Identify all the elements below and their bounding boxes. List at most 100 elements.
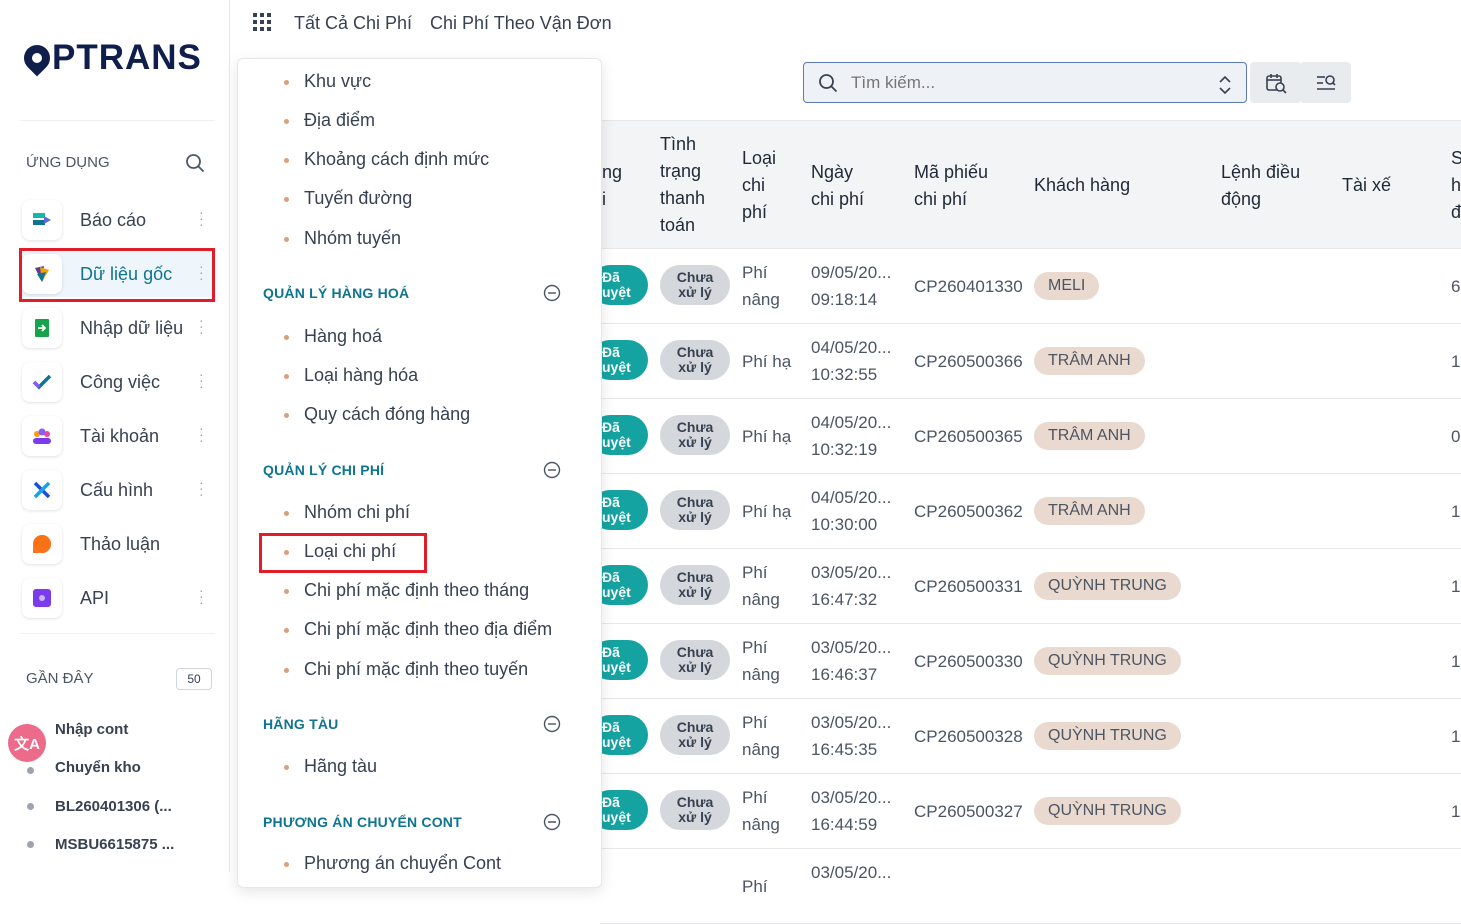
- bullet: [284, 119, 289, 124]
- column-header-approval[interactable]: ng i: [602, 159, 622, 213]
- customer-tag: TRÂM ANH: [1034, 422, 1145, 450]
- cost-date-cell: 04/05/20... 10:32:19: [811, 413, 892, 459]
- more-icon[interactable]: · · ·: [199, 367, 204, 393]
- cost-type-cell: Phí nâng: [742, 788, 780, 834]
- collapse-icon[interactable]: [543, 284, 561, 302]
- sidebar-item-tasks[interactable]: Công việc · · ·: [20, 359, 215, 405]
- bullet: [284, 765, 289, 770]
- apps-grid-icon[interactable]: [252, 12, 272, 32]
- column-header-payment-status[interactable]: Tình trạng thanh toán: [660, 131, 705, 239]
- payment-status-badge: Chưa xử lý: [660, 415, 730, 455]
- recent-item[interactable]: MSBU6615875 ...: [55, 836, 174, 853]
- collapse-icon[interactable]: [543, 813, 561, 831]
- menu-item-goods-type[interactable]: Loại hàng hóa: [304, 365, 418, 386]
- menu-item-route[interactable]: Tuyến đường: [304, 188, 412, 209]
- bullet: [284, 374, 289, 379]
- more-icon[interactable]: · · ·: [199, 421, 204, 447]
- cost-date-cell: 03/05/20... 16:44:59: [811, 788, 892, 834]
- recent-dot: [27, 803, 34, 810]
- collapse-icon[interactable]: [543, 461, 561, 479]
- bullet: [284, 237, 289, 242]
- recent-item[interactable]: BL260401306 (...: [55, 798, 172, 815]
- bullet: [284, 335, 289, 340]
- table-row[interactable]: Đã uyệt Chưa xử lý Phí nâng 03/05/20... 16:…: [590, 624, 1461, 699]
- customer-tag: MELI: [1034, 272, 1100, 300]
- column-header-driver[interactable]: Tài xế: [1342, 172, 1391, 199]
- voucher-cell: CP260500328: [914, 727, 1023, 746]
- payment-status-badge: Chưa xử lý: [660, 790, 730, 830]
- table-row[interactable]: Đã uyệt Chưa xử lý Phí hạ 04/05/20... 10:32…: [590, 399, 1461, 474]
- cost-type-cell: Phí nâng: [742, 263, 780, 309]
- menu-item-cont-transfer-plan[interactable]: Phương án chuyển Cont: [304, 853, 501, 874]
- menu-item-goods[interactable]: Hàng hoá: [304, 326, 382, 347]
- column-header-customer[interactable]: Khách hàng: [1034, 172, 1130, 199]
- nav-link-all-costs[interactable]: Tất Cả Chi Phí: [294, 13, 412, 34]
- recent-dot: [27, 767, 34, 774]
- task-icon: [22, 362, 62, 402]
- master-data-dropdown: Khu vực Địa điểm Khoảng cách định mức Tu…: [237, 58, 602, 888]
- sidebar-item-api[interactable]: API · · ·: [20, 575, 215, 621]
- search-input[interactable]: [851, 71, 1201, 95]
- cost-date-cell: 03/05/20...: [811, 863, 892, 882]
- cost-type-cell: Phí nâng: [742, 638, 780, 684]
- search-bar[interactable]: [803, 62, 1247, 103]
- voucher-cell: CP260500365: [914, 427, 1023, 446]
- sidebar-item-discuss[interactable]: Thảo luận: [20, 521, 215, 567]
- voucher-cell: CP260500362: [914, 502, 1023, 521]
- highlight-box: [19, 248, 215, 302]
- menu-item-default-cost-location[interactable]: Chi phí mặc định theo địa điểm: [304, 619, 552, 640]
- table-row[interactable]: Đã uyệt Chưa xử lý Phí nâng 03/05/20... 16:…: [590, 699, 1461, 774]
- customer-tag: TRÂM ANH: [1034, 347, 1145, 375]
- cost-date-cell: 03/05/20... 16:47:32: [811, 563, 892, 609]
- menu-item-standard-distance[interactable]: Khoảng cách định mức: [304, 149, 489, 170]
- more-icon[interactable]: · · ·: [199, 475, 204, 501]
- payment-status-badge: Chưa xử lý: [660, 640, 730, 680]
- menu-section-goods: QUẢN LÝ HÀNG HOÁ: [263, 285, 410, 301]
- search-icon[interactable]: [185, 153, 205, 173]
- table-row[interactable]: Đã uyệt Chưa xử lý Phí hạ 04/05/20... 10:32…: [590, 324, 1461, 399]
- menu-item-shipping-line[interactable]: Hãng tàu: [304, 756, 377, 777]
- column-header-dispatch-order[interactable]: Lệnh điều động: [1221, 159, 1300, 213]
- menu-item-region[interactable]: Khu vực: [304, 71, 371, 92]
- translate-icon[interactable]: 文A: [8, 724, 46, 762]
- sidebar-item-accounts[interactable]: Tài khoản · · ·: [20, 413, 215, 459]
- menu-item-packing-spec[interactable]: Quy cách đóng hàng: [304, 404, 470, 425]
- customer-tag: TRÂM ANH: [1034, 497, 1145, 525]
- table-row[interactable]: Đã uyệt Chưa xử lý Phí nâng 03/05/20... 16:…: [590, 774, 1461, 849]
- column-header-partial[interactable]: S h đ: [1451, 145, 1461, 226]
- bullet: [284, 158, 289, 163]
- bullet: [284, 413, 289, 418]
- bullet: [284, 862, 289, 867]
- more-icon[interactable]: · · ·: [199, 583, 204, 609]
- recent-item[interactable]: Nhập cont: [55, 721, 128, 738]
- customer-tag: QUỲNH TRUNG: [1034, 647, 1181, 675]
- more-icon[interactable]: · · ·: [199, 205, 204, 231]
- table-row[interactable]: Đã uyệt Chưa xử lý Phí hạ 04/05/20... 10:30…: [590, 474, 1461, 549]
- sidebar-item-reports[interactable]: Báo cáo · · ·: [20, 197, 215, 243]
- sidebar-item-import[interactable]: Nhập dữ liệu · · ·: [20, 305, 215, 351]
- recent-item[interactable]: Chuyển kho: [55, 759, 141, 776]
- divider: [20, 120, 215, 121]
- brand-logo[interactable]: PTRANS: [18, 38, 202, 78]
- menu-item-default-cost-route[interactable]: Chi phí mặc định theo tuyến: [304, 659, 528, 680]
- more-icon[interactable]: · · ·: [199, 313, 204, 339]
- cost-date-cell: 03/05/20... 16:45:35: [811, 713, 892, 759]
- table-row[interactable]: Đã uyệt Chưa xử lý Phí nâng 09/05/20... 09:…: [590, 249, 1461, 324]
- customer-tag: QUỲNH TRUNG: [1034, 797, 1181, 825]
- column-header-cost-date[interactable]: Ngày chi phí: [811, 159, 864, 213]
- advanced-search-button[interactable]: [1300, 62, 1351, 103]
- column-header-cost-type[interactable]: Loại chi phí: [742, 145, 776, 226]
- menu-item-default-cost-monthly[interactable]: Chi phí mặc định theo tháng: [304, 580, 529, 601]
- table-row[interactable]: Đã uyệt Chưa xử lý Phí nâng 03/05/20... 16:…: [590, 549, 1461, 624]
- chevron-up-down-icon[interactable]: [1218, 75, 1232, 95]
- column-header-voucher[interactable]: Mã phiếu chi phí: [914, 159, 988, 213]
- menu-item-cost-group[interactable]: Nhóm chi phí: [304, 502, 410, 523]
- menu-item-location[interactable]: Địa điểm: [304, 110, 375, 131]
- calendar-filter-button[interactable]: [1250, 62, 1301, 103]
- nav-link-costs-by-bill[interactable]: Chi Phí Theo Vận Đơn: [430, 13, 612, 34]
- table-row[interactable]: Phí 03/05/20...: [600, 849, 1461, 924]
- collapse-icon[interactable]: [543, 715, 561, 733]
- menu-item-route-group[interactable]: Nhóm tuyến: [304, 228, 401, 249]
- sidebar-item-settings[interactable]: Cấu hình · · ·: [20, 467, 215, 513]
- partial-cell: 1: [1451, 577, 1461, 596]
